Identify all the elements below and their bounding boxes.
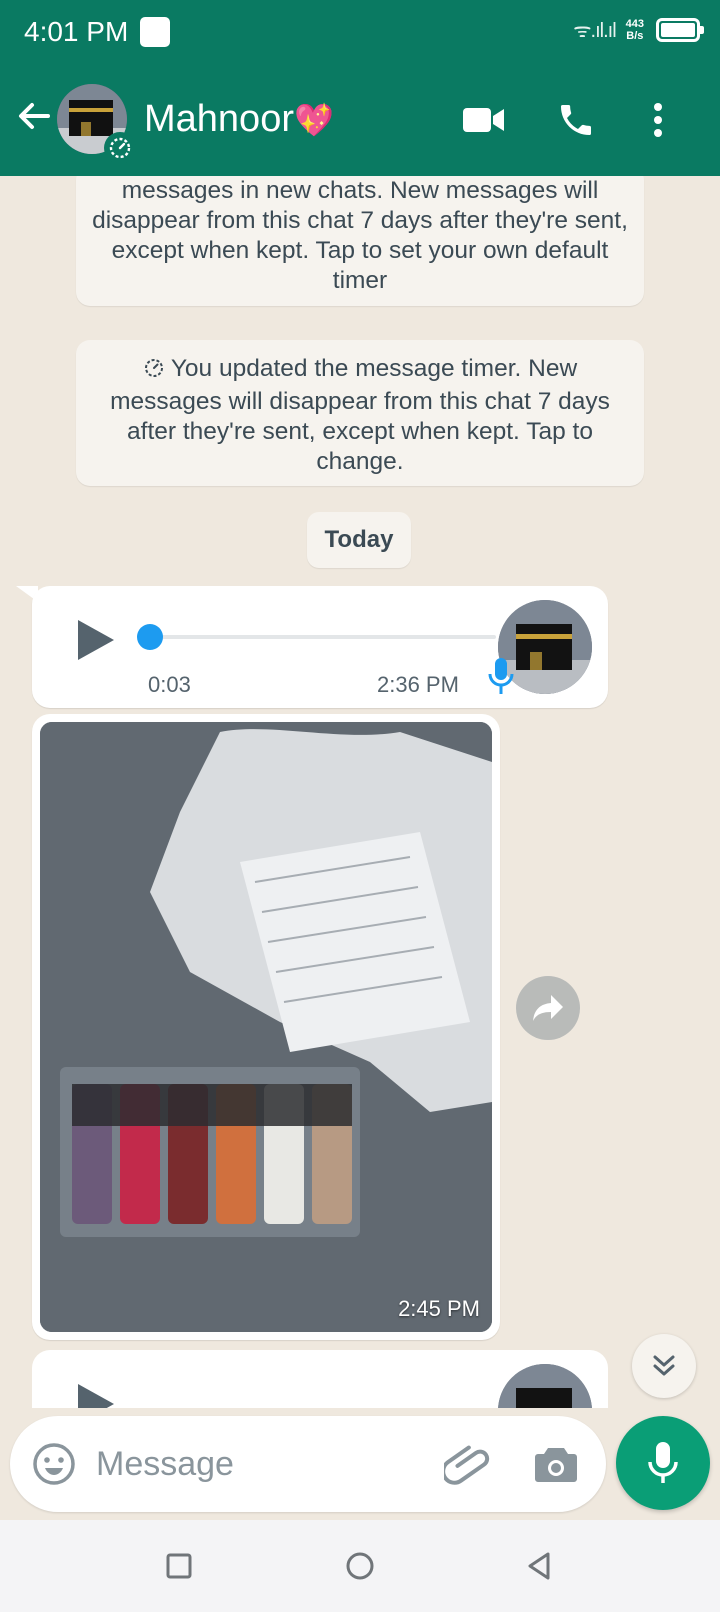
system-message[interactable]: You updated the message timer. New messa… [76, 340, 644, 486]
net-speed-unit: B/s [626, 29, 644, 42]
signal-icon: ᯤ.ıl.ıl [573, 20, 616, 42]
message-time: 2:36 PM [377, 672, 459, 697]
message-input[interactable] [96, 1438, 416, 1490]
chat-area[interactable]: messages in new chats. New messages will… [0, 176, 720, 1408]
microphone-button[interactable] [616, 1416, 710, 1510]
microphone-icon [648, 1442, 678, 1483]
forward-icon[interactable] [516, 976, 580, 1040]
video-call-icon[interactable] [460, 96, 508, 144]
message-time: 2:45 PM [398, 1296, 480, 1321]
photo[interactable]: 2:45 PM [40, 722, 492, 1332]
contact-name[interactable]: Mahnoor💖 [144, 98, 334, 141]
more-options-icon[interactable] [634, 96, 682, 144]
status-bar: 4:01 PM ᯤ.ıl.ıl 443 B/s [0, 0, 720, 66]
navigation-bar [0, 1520, 720, 1612]
home-icon[interactable] [336, 1542, 384, 1590]
input-area [0, 1408, 720, 1520]
camera-icon[interactable] [532, 1440, 580, 1488]
disappearing-timer-icon [104, 132, 136, 164]
heart-emoji: 💖 [293, 102, 334, 138]
voice-progress-track[interactable] [150, 635, 496, 639]
voice-call-icon[interactable] [552, 96, 600, 144]
voice-progress-handle[interactable] [137, 624, 163, 650]
voice-message[interactable]: 0:03 2:36 PM [32, 586, 608, 708]
net-speed-value: 443 [625, 17, 644, 30]
contact-name-text: Mahnoor [144, 98, 294, 140]
battery-fill [661, 22, 695, 37]
chat-header: Mahnoor💖 [0, 66, 720, 176]
status-icons: ᯤ.ıl.ıl 443 B/s [573, 16, 704, 43]
battery-icon [656, 17, 704, 42]
date-chip: Today [307, 512, 411, 568]
microphone-icon [487, 656, 515, 696]
notification-icon [140, 17, 170, 47]
system-message-text: You updated the message timer. New messa… [110, 355, 610, 475]
emoji-icon[interactable] [30, 1440, 78, 1488]
recent-apps-icon[interactable] [155, 1542, 203, 1590]
back-arrow-icon[interactable] [14, 96, 54, 136]
play-icon[interactable] [74, 1380, 118, 1408]
voice-message[interactable] [32, 1350, 608, 1408]
status-time: 4:01 PM [24, 16, 129, 47]
system-message[interactable]: messages in new chats. New messages will… [76, 176, 644, 306]
image-message[interactable]: 2:45 PM [32, 714, 500, 1340]
attach-icon[interactable] [441, 1438, 496, 1490]
message-composer [10, 1416, 606, 1512]
back-icon[interactable] [516, 1542, 564, 1590]
scroll-to-bottom-icon[interactable] [632, 1334, 696, 1398]
timer-icon [143, 357, 165, 387]
avatar [498, 1364, 592, 1408]
net-speed: 443 B/s [626, 18, 644, 42]
voice-duration: 0:03 [148, 672, 191, 697]
play-icon[interactable] [74, 616, 118, 664]
